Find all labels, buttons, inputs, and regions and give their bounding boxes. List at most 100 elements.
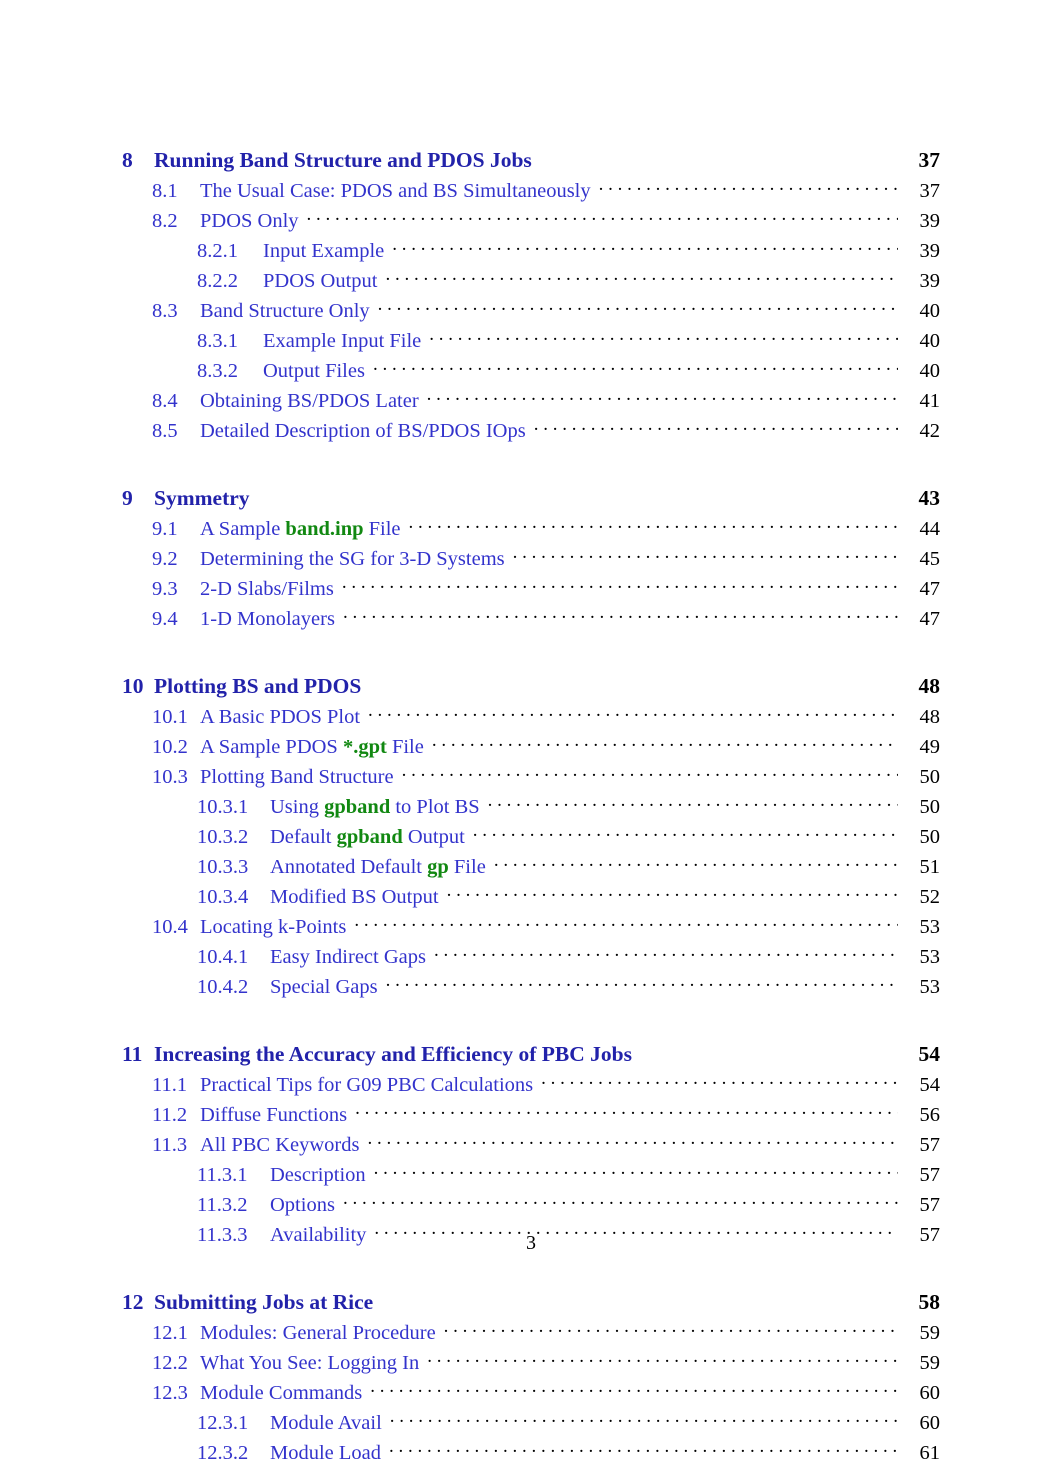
toc-entry-title: Detailed Description of BS/PDOS IOps [200, 419, 526, 442]
toc-entry-number: 9 [122, 485, 133, 510]
toc-entry-section[interactable]: 8 Running Band Structure and PDOS Jobs 37 [122, 145, 940, 173]
toc-dot-leader [343, 1190, 898, 1211]
toc-entry-subsubsection[interactable]: 10.3.3 Annotated Default gp File 51 [197, 852, 940, 879]
toc-entry-section[interactable]: 12 Submitting Jobs at Rice 58 [122, 1287, 940, 1315]
toc-entry-title: A Basic PDOS Plot [200, 705, 361, 728]
toc-entry-number: 8.3 [152, 299, 178, 322]
toc-entry-subsubsection[interactable]: 10.3.1 Using gpband to Plot BS 50 [197, 792, 940, 819]
toc-entry-subsection[interactable]: 11.2 Diffuse Functions 56 [152, 1100, 940, 1127]
toc-entry-subsubsection[interactable]: 12.3.2 Module Load 61 [197, 1438, 940, 1465]
toc-entry-subsection[interactable]: 9.2 Determining the SG for 3-D Systems 45 [152, 544, 940, 571]
toc-entry-title: 2-D Slabs/Films [200, 577, 334, 600]
toc-entry-subsubsection[interactable]: 10.4.2 Special Gaps 53 [197, 972, 940, 999]
toc-entry-subsubsection[interactable]: 8.2.1 Input Example 39 [197, 236, 940, 263]
toc-entry-subsection[interactable]: 12.1 Modules: General Procedure 59 [152, 1318, 940, 1345]
toc-entry-title: Locating k-Points [200, 915, 347, 938]
toc-entry-number: 8.5 [152, 419, 178, 442]
toc-entry-subsection[interactable]: 11.1 Practical Tips for G09 PBC Calculati… [152, 1070, 940, 1097]
toc-title-text: A Sample [200, 517, 286, 540]
toc-entry-subsection[interactable]: 12.3 Module Commands 60 [152, 1378, 940, 1405]
toc-entry-subsubsection[interactable]: 10.3.4 Modified BS Output 52 [197, 882, 940, 909]
toc-entry-page-number: 57 [919, 1133, 941, 1156]
toc-entry-page-number: 60 [919, 1411, 941, 1434]
toc-entry-page-number: 40 [919, 299, 941, 322]
toc-entry-number: 11 [122, 1041, 143, 1066]
toc-entry-title: Example Input File [263, 329, 422, 352]
toc-code-term: *.gpt [342, 735, 387, 758]
toc-entry-number: 10.3 [152, 765, 188, 788]
toc-entry-subsection[interactable]: 8.3 Band Structure Only 40 [152, 296, 940, 323]
toc-entry-subsection[interactable]: 9.4 1-D Monolayers 47 [152, 604, 940, 631]
toc-dot-leader [447, 882, 898, 903]
toc-dot-leader [444, 1318, 898, 1339]
toc-entry-title: A Sample band.inp File [200, 518, 407, 541]
toc-title-text: File [448, 855, 486, 878]
toc-entry-number: 10.4 [152, 915, 188, 938]
toc-entry-subsubsection[interactable]: 12.3.1 Module Avail 60 [197, 1408, 940, 1435]
toc-entry-subsection[interactable]: 11.3 All PBC Keywords 57 [152, 1130, 940, 1157]
toc-entry-page-number: 44 [919, 517, 941, 540]
toc-entry-title: Plotting BS and PDOS [154, 673, 362, 698]
toc-entry-number: 12.3.1 [197, 1411, 249, 1434]
toc-entry-title: Diffuse Functions [200, 1103, 348, 1126]
toc-entry-page-number: 39 [919, 239, 941, 262]
toc-entry-page-number: 50 [919, 795, 941, 818]
toc-dot-leader [392, 236, 898, 257]
toc-entry-number: 11.1 [152, 1073, 188, 1096]
toc-entry-title: Practical Tips for G09 PBC Calculations [200, 1073, 534, 1096]
toc-title-text: File [386, 735, 424, 758]
toc-entry-number: 10.3.4 [197, 885, 249, 908]
toc-entry-page-number: 43 [918, 485, 941, 510]
toc-entry-page-number: 50 [919, 825, 941, 848]
toc-entry-section[interactable]: 9 Symmetry 43 [122, 483, 940, 511]
toc-dot-leader [494, 852, 898, 873]
toc-dot-leader [343, 604, 898, 625]
toc-dot-leader [390, 1408, 898, 1429]
toc-entry-page-number: 60 [919, 1381, 941, 1404]
toc-entry-title: PDOS Only [200, 209, 299, 232]
toc-entry-subsection[interactable]: 8.2 PDOS Only 39 [152, 206, 940, 233]
toc-dot-leader [541, 1070, 898, 1091]
toc-entry-subsection[interactable]: 9.3 2-D Slabs/Films 47 [152, 574, 940, 601]
toc-entry-subsection[interactable]: 10.2 A Sample PDOS *.gpt File 49 [152, 732, 940, 759]
toc-entry-title: Module Load [270, 1441, 382, 1464]
toc-entry-title: Symmetry [154, 485, 250, 510]
toc-entry-subsubsection[interactable]: 11.3.1 Description 57 [197, 1160, 940, 1187]
toc-entry-subsubsection[interactable]: 8.3.2 Output Files 40 [197, 356, 940, 383]
toc-entry-subsection[interactable]: 9.1 A Sample band.inp File 44 [152, 514, 940, 541]
toc-entry-subsection[interactable]: 8.1 The Usual Case: PDOS and BS Simultane… [152, 176, 940, 203]
toc-entry-subsection[interactable]: 10.4 Locating k-Points 53 [152, 912, 940, 939]
toc-dot-leader [473, 822, 898, 843]
toc-entry-subsection[interactable]: 12.2 What You See: Logging In 59 [152, 1348, 940, 1375]
toc-entry-title: Output Files [263, 359, 365, 382]
toc-entry-title: Submitting Jobs at Rice [154, 1289, 374, 1314]
toc-entry-title: Module Avail [270, 1411, 382, 1434]
toc-entry-number: 10.4.2 [197, 975, 249, 998]
toc-title-text: Using [270, 795, 325, 818]
toc-entry-title: Easy Indirect Gaps [270, 945, 426, 968]
toc-entry-section[interactable]: 10 Plotting BS and PDOS 48 [122, 671, 940, 699]
toc-entry-page-number: 54 [919, 1073, 941, 1096]
toc-entry-subsubsection[interactable]: 8.2.2 PDOS Output 39 [197, 266, 940, 293]
toc-entry-section[interactable]: 11 Increasing the Accuracy and Efficiency… [122, 1039, 940, 1067]
toc-dot-leader [258, 483, 898, 505]
toc-dot-leader [389, 1438, 898, 1459]
toc-group-spacer [122, 1002, 940, 1018]
toc-entry-subsubsection[interactable]: 10.4.1 Easy Indirect Gaps 53 [197, 942, 940, 969]
toc-entry-title: Using gpband to Plot BS [270, 796, 486, 819]
toc-entry-subsubsection[interactable]: 11.3.2 Options 57 [197, 1190, 940, 1217]
toc-entry-subsubsection[interactable]: 8.3.1 Example Input File 40 [197, 326, 940, 353]
toc-dot-leader [307, 206, 898, 227]
toc-entry-subsection[interactable]: 10.3 Plotting Band Structure 50 [152, 762, 940, 789]
toc-entry-subsubsection[interactable]: 10.3.2 Default gpband Output 50 [197, 822, 940, 849]
toc-entry-page-number: 48 [919, 705, 941, 728]
toc-entry-subsection[interactable]: 8.4 Obtaining BS/PDOS Later 41 [152, 386, 940, 413]
toc-entry-page-number: 59 [919, 1351, 941, 1374]
toc-dot-leader [409, 514, 898, 535]
toc-entry-page-number: 57 [919, 1193, 941, 1216]
toc-entry-title: Plotting Band Structure [200, 765, 394, 788]
toc-entry-number: 10 [122, 673, 144, 698]
toc-entry-subsection[interactable]: 10.1 A Basic PDOS Plot 48 [152, 702, 940, 729]
toc-entry-subsection[interactable]: 8.5 Detailed Description of BS/PDOS IOps 4… [152, 416, 940, 443]
toc-entry-title: Special Gaps [270, 975, 378, 998]
